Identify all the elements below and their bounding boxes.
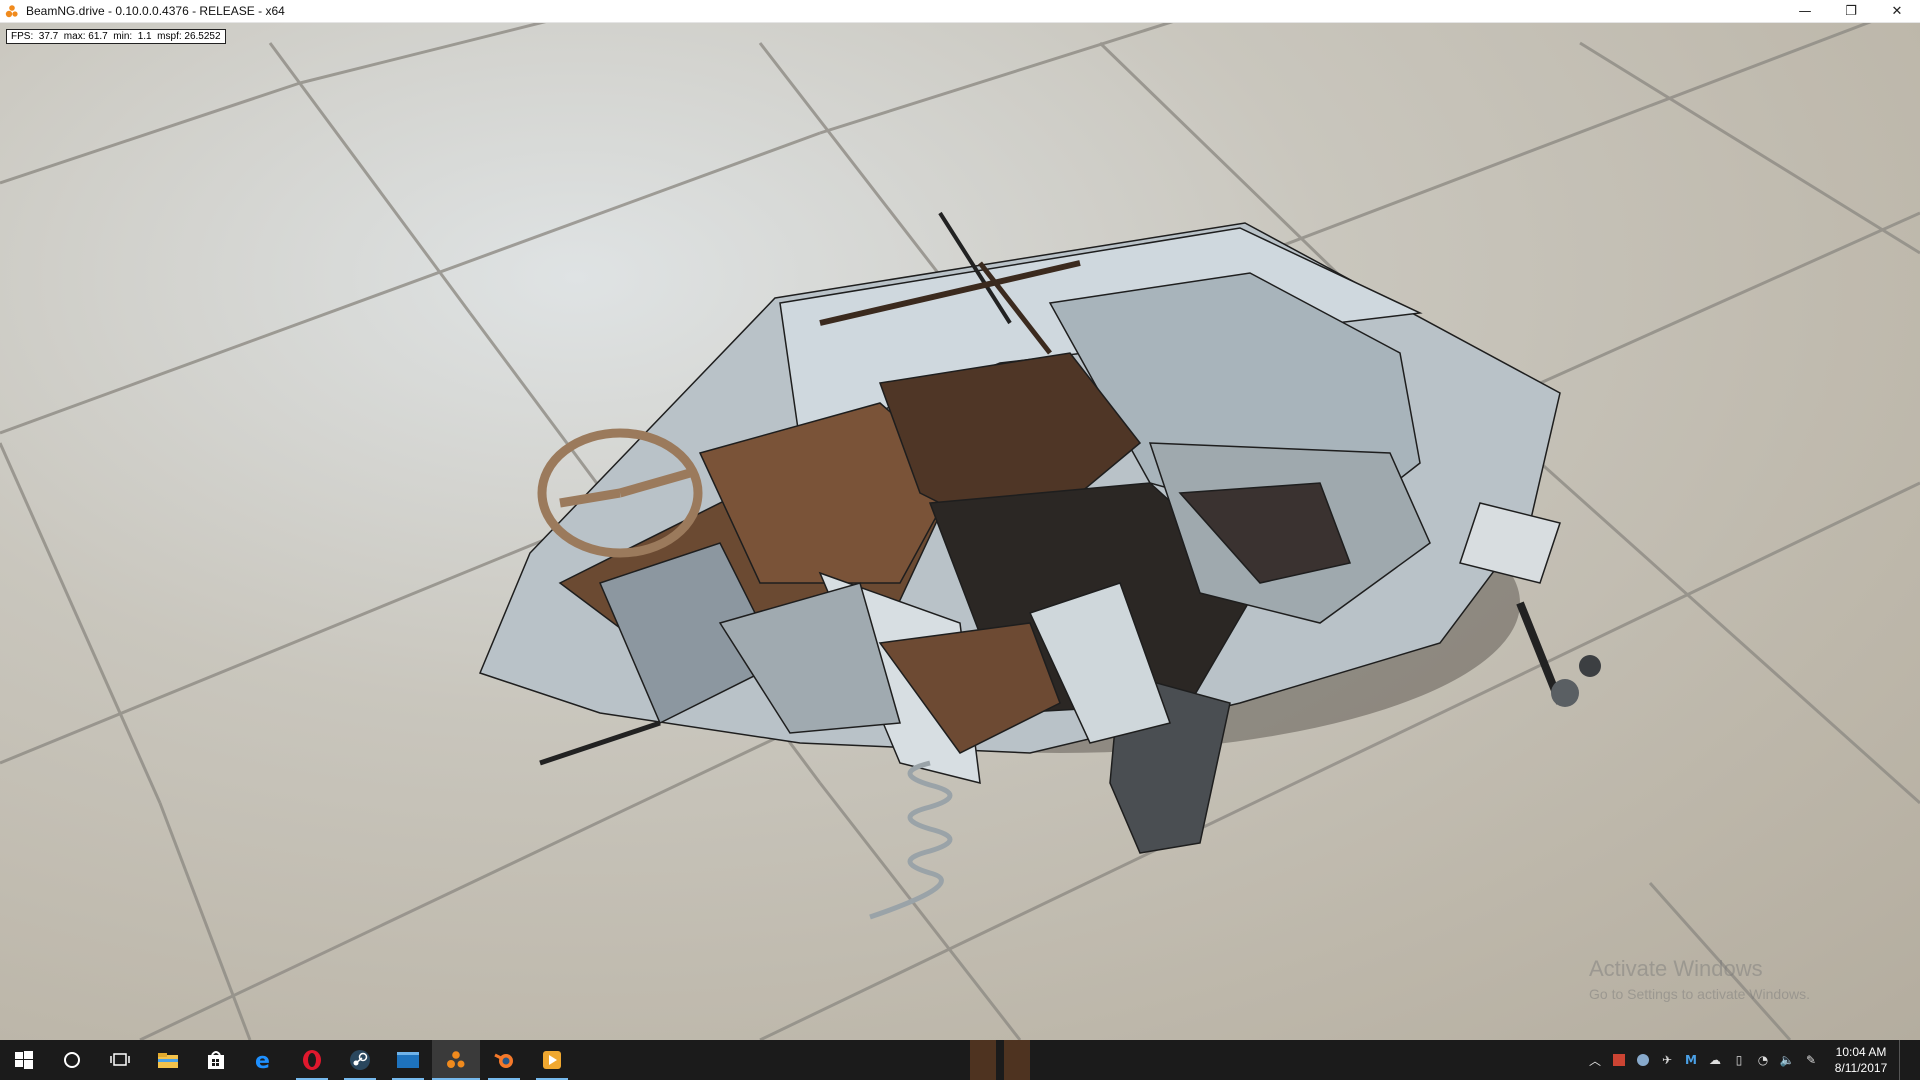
blender-icon [494,1053,513,1068]
steam-icon [350,1050,370,1070]
media-player-button[interactable] [528,1040,576,1080]
show-hidden-icons-chevron-icon[interactable]: ︿ [1583,1040,1607,1080]
wrecked-car [478,211,1564,854]
cortana-circle-icon [64,1052,80,1068]
restore-button[interactable]: ❐ [1828,0,1874,22]
tray-app-icon[interactable] [1607,1040,1631,1080]
steam-button[interactable] [336,1040,384,1080]
opera-icon [303,1050,321,1070]
beamng-taskbar-button[interactable] [432,1040,480,1080]
activate-windows-watermark: Activate Windows Go to Settings to activ… [1589,956,1810,1002]
beamng-icon [447,1051,465,1068]
store-button[interactable] [192,1040,240,1080]
start-button[interactable] [0,1040,48,1080]
app-window-button[interactable] [384,1040,432,1080]
wifi-icon[interactable]: ◔ [1751,1040,1775,1080]
airplane-icon[interactable]: ✈ [1655,1040,1679,1080]
store-icon [208,1051,224,1069]
coil-spring [869,760,953,920]
task-view-button[interactable] [96,1040,144,1080]
minimize-button[interactable]: — [1782,0,1828,22]
volume-icon[interactable]: 🔈 [1775,1040,1799,1080]
steam-tray-icon[interactable] [1631,1040,1655,1080]
close-button[interactable]: ✕ [1874,0,1920,22]
fps-counter: FPS: 37.7 max: 61.7 min: 1.1 mspf: 26.52… [6,29,226,44]
taskbar-thumbnails [970,1040,1036,1080]
title-bar: BeamNG.drive - 0.10.0.0.4376 - RELEASE -… [0,0,1920,23]
blender-button[interactable] [480,1040,528,1080]
window-title: BeamNG.drive - 0.10.0.0.4376 - RELEASE -… [26,4,285,18]
window-app-icon [397,1052,419,1068]
windows-logo-icon [15,1051,33,1069]
svg-text:e: e [255,1049,270,1071]
media-player-icon [543,1051,561,1069]
edge-button[interactable]: e [240,1040,288,1080]
game-scene [0,23,1920,1040]
onedrive-icon[interactable]: ☁ [1703,1040,1727,1080]
clock[interactable]: 10:04 AM 8/11/2017 [1823,1044,1899,1076]
game-viewport[interactable]: FPS: 37.7 max: 61.7 min: 1.1 mspf: 26.52… [0,23,1920,1040]
watermark-subtitle: Go to Settings to activate Windows. [1589,986,1810,1002]
folder-icon [158,1053,178,1068]
beamng-app-icon [5,5,18,18]
cortana-button[interactable] [48,1040,96,1080]
wheel-hub [1551,655,1601,707]
task-view-icon [110,1053,130,1066]
pen-workspace-icon[interactable]: ✎ [1799,1040,1823,1080]
system-tray: ︿ ✈ M ☁ ▯ ◔ 🔈 ✎ 10:04 AM 8/11/2017 [1583,1040,1920,1080]
watermark-title: Activate Windows [1589,956,1763,981]
show-desktop-button[interactable] [1899,1040,1920,1080]
opera-button[interactable] [288,1040,336,1080]
clock-time: 10:04 AM [1835,1045,1887,1059]
file-explorer-button[interactable] [144,1040,192,1080]
battery-icon[interactable]: ▯ [1727,1040,1751,1080]
malwarebytes-icon[interactable]: M [1679,1040,1703,1080]
edge-icon: e [255,1049,270,1071]
clock-date: 8/11/2017 [1834,1061,1888,1075]
taskbar: e ︿ ✈ M ☁ ▯ ◔ 🔈 ✎ 10:04 AM 8/11/2017 [0,1040,1920,1080]
